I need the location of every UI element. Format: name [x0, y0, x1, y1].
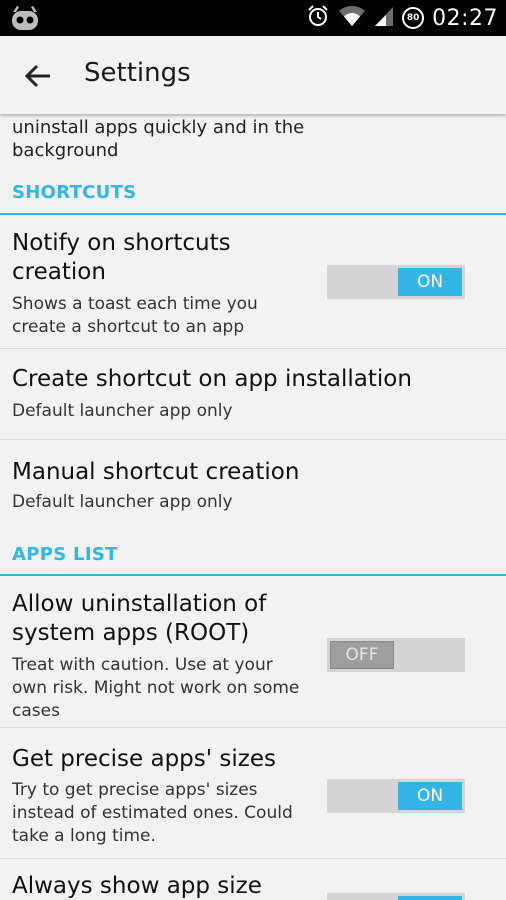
switch-thumb: ON: [398, 268, 462, 296]
pref-title: Get precise apps' sizes: [12, 746, 276, 772]
notify-shortcuts-switch[interactable]: ON: [327, 265, 465, 299]
pref-precise-sizes[interactable]: Get precise apps' sizes Try to get preci…: [0, 728, 506, 858]
pref-summary: Shows a toast each time you create a sho…: [12, 294, 258, 337]
pref-title: Notify on shortcuts creation: [12, 230, 231, 285]
settings-list[interactable]: uninstall apps quickly and in the backgr…: [0, 114, 506, 900]
pref-summary: Default launcher app only: [12, 492, 233, 512]
pref-create-shortcut-on-install[interactable]: Create shortcut on app installation Defa…: [0, 349, 506, 439]
pref-uninstall-system-apps[interactable]: Allow uninstallation of system apps (ROO…: [0, 576, 506, 726]
arrow-back-icon[interactable]: [20, 58, 56, 94]
pref-summary: Treat with caution. Use at your own risk…: [12, 655, 300, 721]
always-show-size-switch[interactable]: [327, 893, 465, 900]
section-header-apps-list: APPS LIST: [12, 544, 118, 565]
alarm-icon: [306, 4, 330, 32]
pref-summary-partial: uninstall apps quickly and in the backgr…: [12, 117, 305, 161]
pref-always-show-size[interactable]: Always show app size: [0, 859, 506, 900]
pref-title: Always show app size: [12, 873, 262, 899]
switch-thumb: [398, 896, 462, 900]
page-title: Settings: [84, 58, 191, 88]
status-time: 02:27: [432, 5, 498, 31]
pref-title: Create shortcut on app installation: [12, 366, 412, 392]
battery-circle-icon: 80: [402, 7, 425, 29]
wifi-icon: [338, 4, 366, 32]
switch-thumb: OFF: [330, 641, 394, 669]
status-bar: 80 02:27: [0, 0, 506, 36]
signal-icon: [374, 4, 394, 32]
pref-notify-shortcuts[interactable]: Notify on shortcuts creation Shows a toa…: [0, 215, 506, 347]
pref-title: Allow uninstallation of system apps (ROO…: [12, 591, 267, 646]
switch-thumb: ON: [398, 782, 462, 810]
precise-sizes-switch[interactable]: ON: [327, 779, 465, 813]
android-head-icon: [10, 4, 40, 32]
pref-summary: Try to get precise apps' sizes instead o…: [12, 780, 293, 846]
pref-manual-shortcut[interactable]: Manual shortcut creation Default launche…: [0, 440, 506, 530]
pref-title: Manual shortcut creation: [12, 459, 300, 485]
section-header-shortcuts: SHORTCUTS: [12, 182, 137, 203]
pref-summary: Default launcher app only: [12, 401, 233, 421]
uninstall-system-apps-switch[interactable]: OFF: [327, 638, 465, 672]
action-bar: Settings: [0, 36, 506, 114]
